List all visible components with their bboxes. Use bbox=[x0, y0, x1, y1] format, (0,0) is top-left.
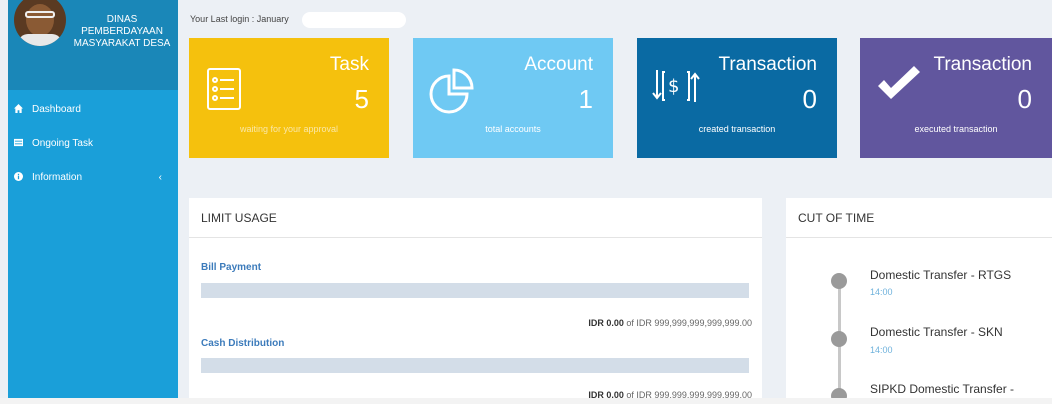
sidebar-item-label: Ongoing Task bbox=[32, 137, 93, 149]
chevron-left-icon: ‹ bbox=[158, 171, 162, 183]
usage-label: Cash Distribution bbox=[201, 338, 285, 349]
timeline-title: Domestic Transfer - RTGS bbox=[870, 268, 1012, 282]
usage-used: IDR 0.00 bbox=[588, 318, 624, 328]
panel-heading: LIMIT USAGE bbox=[189, 198, 762, 238]
last-login-text: Your Last login : January bbox=[190, 14, 289, 24]
avatar[interactable] bbox=[14, 0, 66, 46]
sidebar-item-dashboard[interactable]: Dashboard bbox=[8, 92, 178, 126]
tile-count: 1 bbox=[578, 84, 593, 114]
task-tile[interactable]: Task 5 waiting for your approval bbox=[189, 38, 389, 158]
sidebar-item-label: Dashboard bbox=[32, 103, 81, 115]
tile-subtitle: total accounts bbox=[485, 124, 541, 134]
bottom-strip bbox=[0, 398, 1052, 404]
tile-count: 5 bbox=[354, 84, 369, 114]
timeline-dot bbox=[831, 273, 847, 289]
tile-subtitle: executed transaction bbox=[914, 124, 998, 134]
panel-heading: CUT OF TIME bbox=[786, 198, 1052, 238]
dollar-transfer-icon: $ bbox=[651, 66, 701, 111]
timeline-title: Domestic Transfer - SKN bbox=[870, 325, 1003, 339]
checkmark-icon bbox=[874, 66, 924, 111]
created-transaction-tile[interactable]: $ Transaction 0 created transaction bbox=[637, 38, 837, 158]
limit-usage-panel: LIMIT USAGE Bill Payment IDR 0.00 of IDR… bbox=[189, 198, 762, 404]
sidebar-item-ongoing-task[interactable]: Ongoing Task bbox=[8, 126, 178, 160]
timeline-time: 14:00 bbox=[870, 345, 893, 355]
home-icon bbox=[14, 103, 24, 115]
pie-chart-icon bbox=[427, 66, 477, 121]
svg-text:$: $ bbox=[668, 76, 679, 97]
usage-limit: of IDR 999,999,999,999,999.00 bbox=[626, 318, 752, 328]
usage-bar bbox=[201, 283, 749, 298]
info-icon bbox=[14, 171, 24, 183]
usage-label: Bill Payment bbox=[201, 262, 262, 273]
checklist-icon bbox=[203, 66, 249, 117]
tile-count: 0 bbox=[1017, 84, 1032, 114]
tile-title: Account bbox=[524, 54, 593, 75]
tile-subtitle: created transaction bbox=[698, 124, 776, 134]
tile-title: Task bbox=[329, 54, 369, 75]
timeline-dot bbox=[831, 331, 847, 347]
sidebar-item-label: Information bbox=[32, 171, 83, 183]
usage-bar bbox=[201, 358, 749, 373]
organization-name: DINAS PEMBERDAYAAN MASYARAKAT DESA bbox=[73, 14, 171, 49]
executed-transaction-tile[interactable]: Transaction 0 executed transaction bbox=[860, 38, 1052, 158]
redacted-date bbox=[302, 12, 406, 28]
account-tile[interactable]: Account 1 total accounts bbox=[413, 38, 613, 158]
tile-count: 0 bbox=[802, 84, 817, 114]
list-icon bbox=[14, 138, 24, 149]
tile-title: Transaction bbox=[718, 54, 817, 75]
tile-title: Transaction bbox=[933, 54, 1032, 75]
usage-amount: IDR 0.00 of IDR 999,999,999,999,999.00 bbox=[588, 318, 752, 328]
sidebar: DINAS PEMBERDAYAAN MASYARAKAT DESA Dashb… bbox=[8, 0, 178, 398]
cut-of-time-panel: CUT OF TIME Domestic Transfer - RTGS 14:… bbox=[786, 198, 1052, 404]
sidebar-item-information[interactable]: Information ‹ bbox=[8, 160, 178, 194]
timeline-title: SIPKD Domestic Transfer - bbox=[870, 382, 1015, 396]
user-profile: DINAS PEMBERDAYAAN MASYARAKAT DESA bbox=[8, 0, 178, 90]
tile-subtitle: waiting for your approval bbox=[239, 124, 339, 134]
timeline-time: 14:00 bbox=[870, 287, 893, 297]
